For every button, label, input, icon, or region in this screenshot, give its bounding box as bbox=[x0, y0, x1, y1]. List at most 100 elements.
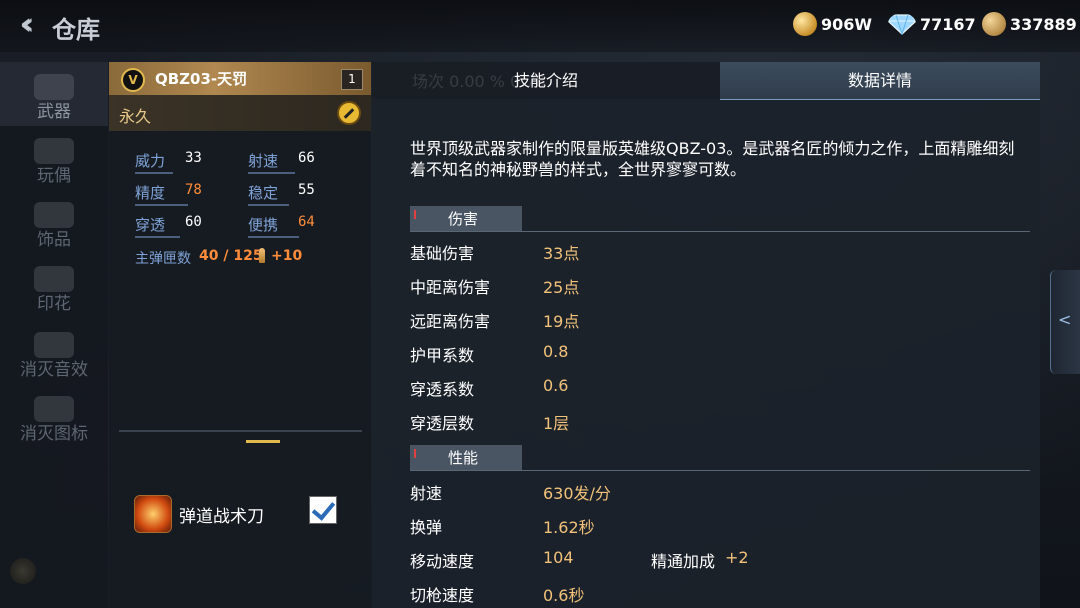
diamond-currency: 77167 bbox=[888, 10, 976, 38]
stat-bar bbox=[248, 236, 299, 238]
row-label: 护甲系数 bbox=[410, 346, 475, 365]
expand-panel-tab[interactable]: < bbox=[1050, 270, 1080, 374]
bullet-icon bbox=[259, 248, 265, 263]
stat-bar bbox=[135, 172, 173, 174]
stat-accuracy: 精度 78 bbox=[135, 182, 202, 206]
row-label: 换弹 bbox=[410, 518, 443, 537]
section-title: 伤害 bbox=[448, 210, 479, 228]
stat-value: 64 bbox=[298, 214, 315, 230]
row-label: 基础伤害 bbox=[410, 244, 475, 263]
nav-item-sticker[interactable]: 印花 bbox=[0, 254, 108, 318]
nav-item-weapon[interactable]: 武器 bbox=[0, 62, 108, 126]
stat-bar bbox=[135, 236, 180, 238]
row-label: 切枪速度 bbox=[410, 586, 475, 605]
section-tag: 伤害 bbox=[410, 206, 522, 231]
row-label: 移动速度 bbox=[410, 552, 475, 571]
nav-item-accessory[interactable]: 饰品 bbox=[0, 190, 108, 254]
row-value: 19点 bbox=[543, 312, 580, 331]
section-damage-header: 伤害 bbox=[410, 206, 1030, 232]
knife-icon bbox=[134, 495, 172, 533]
stat-label: 穿透 bbox=[135, 216, 166, 234]
sound-icon bbox=[34, 332, 74, 358]
stat-value: 66 bbox=[298, 150, 315, 166]
row-value: 0.8 bbox=[543, 342, 569, 361]
row-label: 穿透层数 bbox=[410, 414, 475, 433]
row-value: 0.6秒 bbox=[543, 586, 585, 605]
stat-label: 射速 bbox=[248, 152, 279, 170]
stat-fire-rate: 射速 66 bbox=[248, 150, 315, 174]
rank-badge-icon: V bbox=[121, 68, 145, 92]
medal-amount: 337889 bbox=[1010, 14, 1077, 34]
row-value: 0.6 bbox=[543, 376, 569, 395]
sticker-icon bbox=[34, 266, 74, 292]
ban-icon[interactable] bbox=[337, 101, 361, 125]
weapon-header: V QBZ03-天罚 1 bbox=[109, 62, 371, 96]
row-label: 中距离伤害 bbox=[410, 278, 491, 297]
page-indicator bbox=[246, 440, 280, 443]
category-sidebar: 武器 玩偶 饰品 印花 消灭音效 消灭图标 bbox=[0, 62, 108, 608]
nav-item-label: 玩偶 bbox=[37, 166, 71, 186]
row-value: 1层 bbox=[543, 414, 570, 433]
row-label: 远距离伤害 bbox=[410, 312, 491, 331]
nav-item-label: 印花 bbox=[37, 294, 71, 314]
stat-bar bbox=[135, 204, 188, 206]
row-value: 33点 bbox=[543, 244, 580, 263]
stat-bar bbox=[248, 172, 295, 174]
magazine-label: 主弹匣数 bbox=[135, 251, 191, 267]
nav-item-kill-sound[interactable]: 消灭音效 bbox=[0, 320, 108, 384]
section-performance-header: 性能 bbox=[410, 445, 1030, 471]
row-label: 射速 bbox=[410, 484, 443, 503]
top-bar: ‹‹ 仓库 906W 77167 337889 bbox=[0, 0, 1080, 52]
page-title: 仓库 bbox=[52, 16, 100, 44]
stat-label: 稳定 bbox=[248, 184, 279, 202]
stat-value: 78 bbox=[185, 182, 202, 198]
rifle-icon bbox=[34, 74, 74, 100]
row-value: 104 bbox=[543, 548, 574, 567]
row-label: 穿透系数 bbox=[410, 380, 475, 399]
ammo-bonus: +10 bbox=[271, 248, 303, 264]
orb-icon bbox=[10, 558, 36, 584]
stat-label: 精度 bbox=[135, 184, 166, 202]
magazine-value: 40 / 125 bbox=[199, 248, 263, 264]
duration-row: 永久 bbox=[109, 95, 371, 131]
section-tag: 性能 bbox=[410, 445, 522, 470]
chevron-left-icon: < bbox=[1058, 310, 1072, 329]
weapon-description: 世界顶级武器家制作的限量版英雄级QBZ-03。是武器名匠的倾力之作，上面精雕细刻… bbox=[410, 139, 1015, 179]
mastery-value: +2 bbox=[725, 548, 749, 567]
row-value: 25点 bbox=[543, 278, 580, 297]
stat-stability: 稳定 55 bbox=[248, 182, 315, 206]
row-value: 1.62秒 bbox=[543, 518, 595, 537]
gold-coin-icon bbox=[793, 12, 817, 36]
double-chevron-left-icon[interactable]: ‹‹ bbox=[2, 8, 42, 44]
nav-item-label: 饰品 bbox=[37, 230, 71, 250]
mastery-label: 精通加成 bbox=[651, 552, 716, 571]
section-line bbox=[410, 470, 1030, 471]
stat-penetration: 穿透 60 bbox=[135, 214, 202, 238]
stat-portability: 便携 64 bbox=[248, 214, 315, 238]
accessory-icon bbox=[34, 202, 74, 228]
medal-currency: 337889 bbox=[982, 10, 1077, 38]
nav-item-label: 消灭图标 bbox=[20, 424, 88, 444]
count-badge: 1 bbox=[341, 69, 363, 90]
ghost-stats-text: 场次 0.00 % 0.78 bbox=[412, 72, 546, 91]
row-value: 630发/分 bbox=[543, 484, 611, 503]
stat-value: 55 bbox=[298, 182, 315, 198]
nav-item-doll[interactable]: 玩偶 bbox=[0, 126, 108, 190]
tab-data-details[interactable]: 数据详情 bbox=[720, 62, 1040, 100]
doll-icon bbox=[34, 138, 74, 164]
diamond-icon bbox=[888, 14, 916, 35]
info-panel: 技能介绍 场次 0.00 % 0.78 数据详情 世界顶级武器家制作的限量版英雄… bbox=[372, 62, 1040, 608]
gold-amount: 906W bbox=[821, 14, 873, 34]
weapon-panel: V QBZ03-天罚 1 永久 威力 33 射速 66 精度 78 稳定 55 … bbox=[109, 62, 371, 608]
gold-currency: 906W bbox=[793, 10, 872, 38]
tab-label: 数据详情 bbox=[847, 71, 912, 90]
melee-checkbox[interactable] bbox=[309, 496, 337, 524]
weapon-name: QBZ03-天罚 bbox=[155, 70, 248, 88]
skull-wings-icon bbox=[34, 396, 74, 422]
nav-item-kill-icon[interactable]: 消灭图标 bbox=[0, 384, 108, 448]
diamond-amount: 77167 bbox=[920, 14, 976, 34]
section-line bbox=[410, 231, 1030, 232]
stat-value: 60 bbox=[185, 214, 202, 230]
stat-power: 威力 33 bbox=[135, 150, 202, 174]
stat-value: 33 bbox=[185, 150, 202, 166]
